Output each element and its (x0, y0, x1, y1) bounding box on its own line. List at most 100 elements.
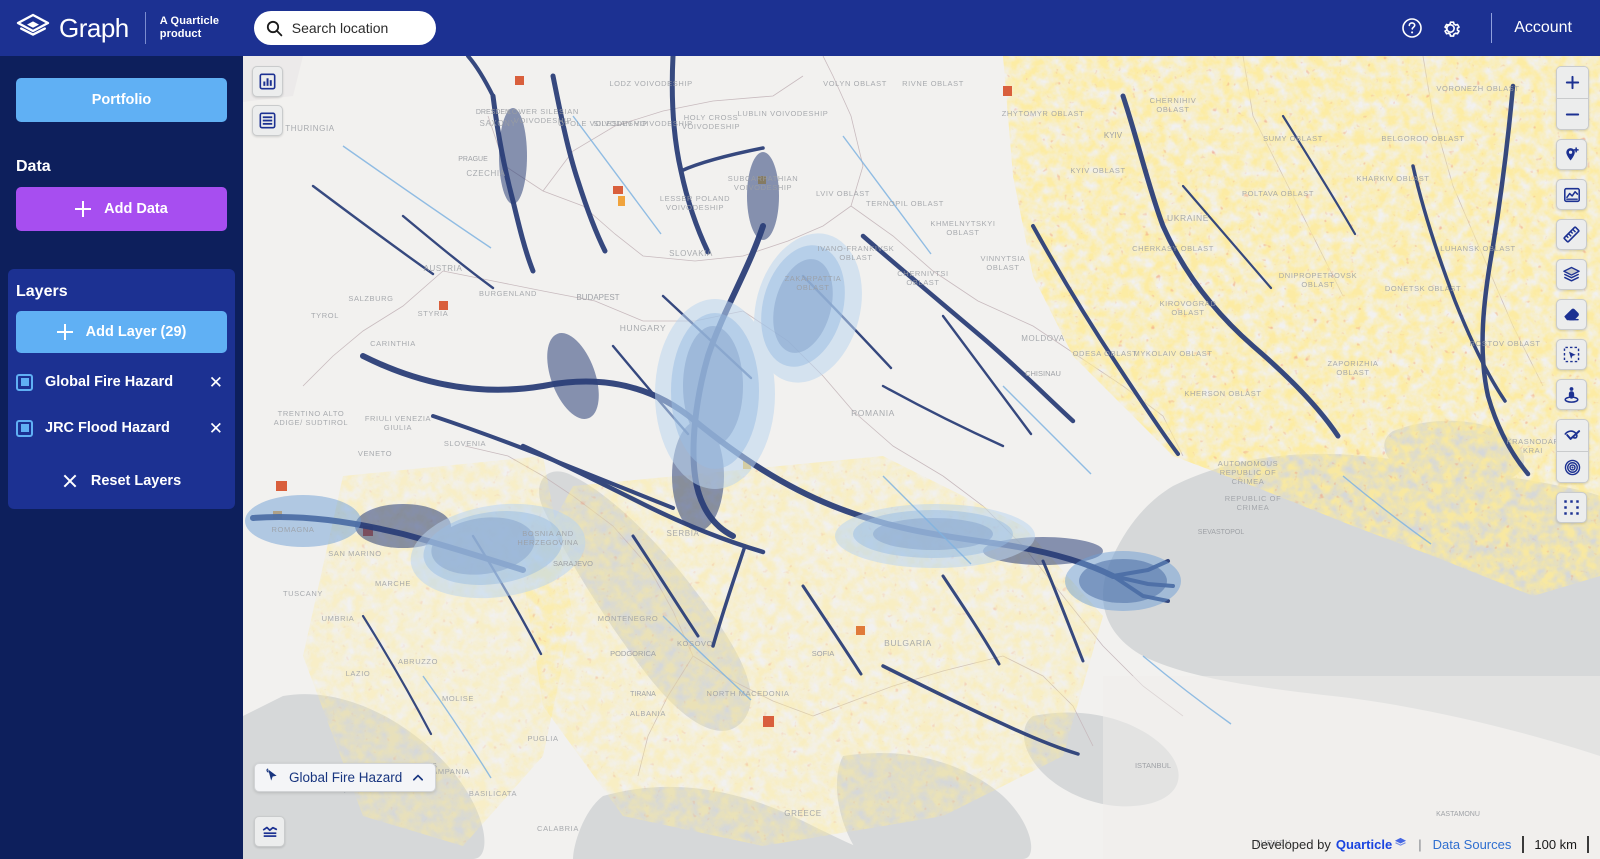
svg-text:RIVNE OBLAST: RIVNE OBLAST (902, 79, 964, 88)
table-panel-button[interactable] (252, 105, 283, 136)
app-root: Graph A Quarticle product Search locatio… (0, 0, 1600, 859)
svg-text:ABRUZZO: ABRUZZO (398, 657, 438, 666)
ruler-icon (1563, 226, 1580, 243)
map-canvas[interactable]: THURINGIA DRESDEN SAXONY LOWER SILESIAN VOIV… (243, 56, 1600, 859)
svg-text:CZECHIA: CZECHIA (466, 169, 505, 178)
eraser-icon (1564, 308, 1579, 321)
street-view-button[interactable] (1556, 379, 1587, 410)
help-button[interactable] (1393, 9, 1431, 47)
svg-text:STYRIA: STYRIA (418, 309, 449, 318)
svg-text:ROMANIA: ROMANIA (851, 408, 895, 418)
analytics-button[interactable] (1556, 179, 1587, 210)
quarticle-layers-icon (1394, 837, 1407, 852)
question-circle-icon (1402, 18, 1422, 38)
measure-button[interactable] (1556, 219, 1587, 250)
target-rings-icon (1564, 459, 1581, 475)
pegman-icon (1564, 387, 1579, 403)
settings-button[interactable] (1431, 9, 1469, 47)
svg-text:LODZ VOIVODESHIP: LODZ VOIVODESHIP (609, 79, 692, 88)
zoom-in-button[interactable] (1557, 67, 1588, 98)
account-button[interactable]: Account (1514, 19, 1576, 37)
app-header: Graph A Quarticle product Search locatio… (0, 0, 1600, 56)
svg-text:CHISINAU: CHISINAU (1025, 369, 1061, 378)
svg-text:AUTONOMOUSREPUBLIC OFCRIMEA: AUTONOMOUS REPUBLIC OF CRIMEA (1218, 459, 1278, 486)
search-icon (266, 20, 283, 37)
svg-text:KHARKIV OBLAST: KHARKIV OBLAST (1356, 174, 1429, 183)
layers-button[interactable] (1556, 259, 1587, 290)
svg-text:UKRAINE: UKRAINE (1167, 213, 1209, 223)
region-select-button[interactable] (1556, 339, 1587, 370)
svg-text:BURGENLAND: BURGENLAND (479, 289, 537, 298)
svg-text:SOFIA: SOFIA (812, 649, 835, 658)
zoom-out-button[interactable] (1557, 98, 1588, 129)
svg-text:VINNYTSIAOBLAST: VINNYTSIA OBLAST (981, 254, 1026, 272)
header-divider (1491, 13, 1493, 43)
add-data-button[interactable]: Add Data (16, 187, 227, 231)
close-icon[interactable]: ✕ (209, 420, 227, 437)
layer-item-global-fire-hazard[interactable]: Global Fire Hazard ✕ (16, 365, 227, 399)
svg-text:KHMELNYTSKYIOBLAST: KHMELNYTSKYI OBLAST (930, 219, 995, 237)
quarticle-brand: Quarticle (1335, 837, 1393, 852)
svg-text:CHERNIHIVOBLAST: CHERNIHIV OBLAST (1150, 96, 1197, 114)
plus-icon (75, 201, 92, 217)
layer-label: Global Fire Hazard (45, 374, 174, 390)
marquee-select-icon (1563, 346, 1580, 363)
header-logo-divider (144, 12, 146, 44)
chart-panel-button[interactable] (252, 66, 283, 97)
svg-text:ZHYTOMYR OBLAST: ZHYTOMYR OBLAST (1002, 109, 1085, 118)
chevron-up-icon[interactable] (411, 771, 425, 785)
svg-text:SARAJEVO: SARAJEVO (553, 559, 593, 568)
plus-icon (56, 324, 73, 340)
add-layer-label: Add Layer (29) (85, 324, 187, 340)
svg-text:LUBLIN VOIVODESHIP: LUBLIN VOIVODESHIP (738, 109, 829, 118)
svg-text:KYIV OBLAST: KYIV OBLAST (1070, 166, 1125, 175)
search-bar[interactable] (253, 11, 436, 45)
svg-text:PUGLIA: PUGLIA (527, 734, 558, 743)
svg-text:LAZIO: LAZIO (346, 669, 371, 678)
validate-button[interactable] (1557, 420, 1588, 451)
left-sidebar: Portfolio Data Add Data Layers Add Layer… (0, 56, 243, 859)
basemap-legend-button[interactable] (254, 816, 285, 847)
add-layer-button[interactable]: Add Layer (29) (16, 311, 227, 353)
search-input[interactable] (291, 20, 422, 36)
radar-button[interactable] (1557, 451, 1588, 482)
data-sources-link[interactable]: Data Sources (1433, 837, 1512, 852)
svg-text:GREECE: GREECE (784, 809, 821, 818)
svg-text:KIROVOGRADOBLAST: KIROVOGRAD OBLAST (1160, 299, 1217, 317)
svg-text:FRIULI VENEZIAGIULIA: FRIULI VENEZIA GIULIA (365, 414, 431, 432)
reset-layers-button[interactable]: Reset Layers (8, 473, 235, 489)
svg-text:IVANO-FRANKIVSKOBLAST: IVANO-FRANKIVSK OBLAST (818, 244, 895, 262)
close-icon[interactable]: ✕ (209, 374, 227, 391)
layers-diamond-logo-icon (16, 13, 50, 36)
svg-text:PODGORICA: PODGORICA (610, 649, 656, 658)
svg-text:LVIV OBLAST: LVIV OBLAST (816, 189, 870, 198)
bar-chart-icon (259, 73, 276, 90)
svg-text:KASTAMONU: KASTAMONU (1436, 811, 1480, 818)
brand-tagline: A Quarticle product (159, 15, 220, 40)
portfolio-button[interactable]: Portfolio (16, 78, 227, 122)
layer-checkbox[interactable] (16, 373, 33, 391)
svg-text:MOLDOVA: MOLDOVA (1021, 334, 1065, 343)
box-select-button[interactable] (1556, 492, 1587, 523)
svg-text:TIRANA: TIRANA (630, 691, 656, 698)
erase-button[interactable] (1556, 299, 1587, 330)
svg-text:REPUBLIC OFCRIMEA: REPUBLIC OF CRIMEA (1225, 494, 1282, 512)
svg-text:KYIV: KYIV (1104, 131, 1123, 140)
brand-logo[interactable]: Graph (0, 13, 129, 44)
layer-item-jrc-flood-hazard[interactable]: JRC Flood Hazard ✕ (16, 411, 227, 445)
svg-text:SAXONY: SAXONY (480, 119, 517, 128)
map-tool-rail (1556, 66, 1589, 523)
svg-text:ZAPORIZHIAOBLAST: ZAPORIZHIA OBLAST (1327, 359, 1378, 377)
layers-stack-icon (1563, 266, 1580, 282)
layer-checkbox[interactable] (16, 419, 33, 437)
svg-text:SUMY OBLAST: SUMY OBLAST (1263, 134, 1323, 143)
svg-text:ROMAGNA: ROMAGNA (272, 525, 315, 534)
svg-text:ZAKARPATTIAOBLAST: ZAKARPATTIA OBLAST (785, 274, 842, 292)
svg-text:NORTH MACEDONIA: NORTH MACEDONIA (706, 689, 789, 698)
add-marker-button[interactable] (1556, 139, 1587, 170)
svg-text:CALABRIA: CALABRIA (537, 824, 579, 833)
svg-text:HOLY CROSSVOIVODESHIP: HOLY CROSS VOIVODESHIP (682, 113, 740, 131)
svg-text:KOSOVO: KOSOVO (677, 639, 713, 648)
dashed-box-icon (1564, 500, 1579, 515)
active-layer-chip[interactable]: Global Fire Hazard (254, 763, 437, 792)
